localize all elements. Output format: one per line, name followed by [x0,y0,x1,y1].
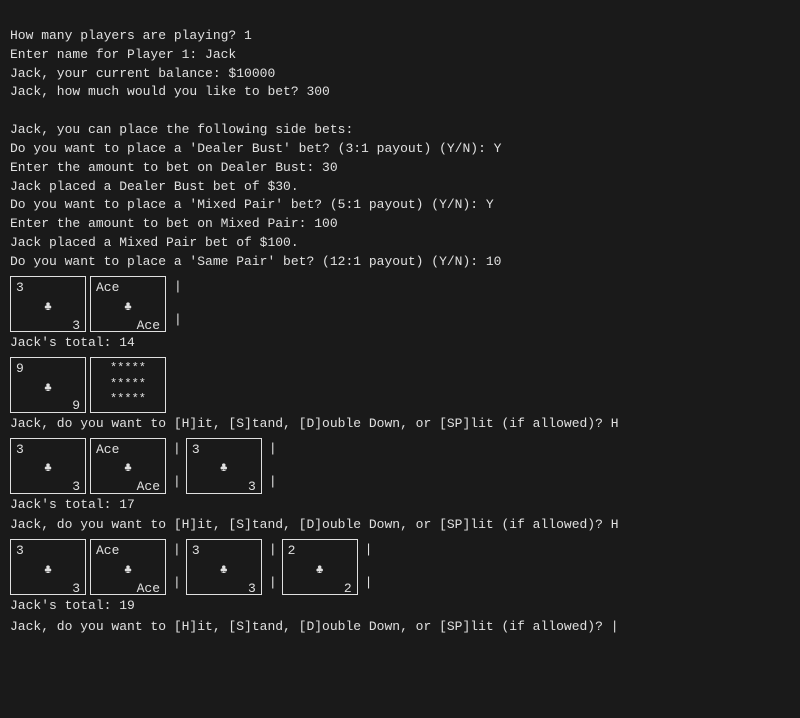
line-9: Jack placed a Dealer Bust bet of $30. [10,179,299,194]
card-ace-spade-1: Ace ♣ Ace [90,276,166,332]
sep-3b: | | [266,438,280,494]
card-2-spade: 2 ♣ 2 [282,539,358,595]
card-value-bot: 3 [192,478,256,497]
card-suit: ♣ [288,561,352,580]
jack-total-19: Jack's total: 19 [10,597,790,616]
line-8: Enter the amount to bet on Dealer Bust: … [10,160,338,175]
line-12: Jack placed a Mixed Pair bet of $100. [10,235,299,250]
sep-4a: | | [170,539,184,595]
card-3-spade-3: 3 ♣ 3 [186,438,262,494]
line-3: Jack, your current balance: $10000 [10,66,275,81]
card-suit: ♣ [192,459,256,478]
line-2: Enter name for Player 1: Jack [10,47,236,62]
card-value-bot: Ace [96,478,160,497]
card-3-spade-5: 3 ♣ 3 [186,539,262,595]
card-value-top: 3 [16,542,80,561]
sep-4c: | | [362,539,376,595]
prompt-1: Jack, do you want to [H]it, [S]tand, [D]… [10,415,790,434]
card-value-bot: Ace [96,580,160,599]
line-10: Do you want to place a 'Mixed Pair' bet?… [10,197,494,212]
card-value-top: 3 [192,441,256,460]
card-3-spade-2: 3 ♣ 3 [10,438,86,494]
card-9-spade: 9 ♣ 9 [10,357,86,413]
card-value-bot: 9 [16,397,80,416]
card-value-bot: 3 [192,580,256,599]
card-value-top: 2 [288,542,352,561]
card-value-top: 3 [16,279,80,298]
card-suit: ♣ [192,561,256,580]
jack-total-14: Jack's total: 14 [10,334,790,353]
prompt-3: Jack, do you want to [H]it, [S]tand, [D]… [10,618,790,637]
card-value-top: 3 [192,542,256,561]
card-group-3: 3 ♣ 3 Ace ♣ Ace | | 3 ♣ 3 | | [10,438,790,494]
card-ace-spade-2: Ace ♣ Ace [90,438,166,494]
card-group-4: 3 ♣ 3 Ace ♣ Ace | | 3 ♣ 3 | | 2 ♣ 2 | | [10,539,790,595]
card-value-top: 3 [16,441,80,460]
card-group-2: 9 ♣ 9 *************** [10,357,790,413]
line-11: Enter the amount to bet on Mixed Pair: 1… [10,216,338,231]
card-value-top: Ace [96,542,160,561]
card-value-bot: 2 [288,580,352,599]
card-value-bot: 3 [16,317,80,336]
jack-total-17: Jack's total: 17 [10,496,790,515]
card-suit: ♣ [96,298,160,317]
card-value-top: Ace [96,279,160,298]
card-3-spade-4: 3 ♣ 3 [10,539,86,595]
card-value-bot: 3 [16,580,80,599]
line-13: Do you want to place a 'Same Pair' bet? … [10,254,501,269]
card-suit: ♣ [16,561,80,580]
terminal-output: How many players are playing? 1 Enter na… [10,8,790,272]
card-suit: ♣ [16,459,80,478]
sep-4b: | | [266,539,280,595]
line-4: Jack, how much would you like to bet? 30… [10,84,330,99]
card-ace-spade-3: Ace ♣ Ace [90,539,166,595]
card-value-top: Ace [96,441,160,460]
card-hidden-dealer: *************** [90,357,166,413]
line-6: Jack, you can place the following side b… [10,122,353,137]
card-value-bot: Ace [96,317,160,336]
line-7: Do you want to place a 'Dealer Bust' bet… [10,141,501,156]
card-3-spade-1: 3 ♣ 3 [10,276,86,332]
card-suit: ♣ [16,379,80,398]
prompt-2: Jack, do you want to [H]it, [S]tand, [D]… [10,516,790,535]
card-suit: ♣ [16,298,80,317]
card-group-1: 3 ♣ 3 Ace ♣ Ace | | [10,276,790,332]
card-value-bot: 3 [16,478,80,497]
line-1: How many players are playing? 1 [10,28,252,43]
card-suit: ♣ [96,561,160,580]
card-suit: ♣ [96,459,160,478]
card-separator-1: | | [170,276,186,332]
card-value-top: 9 [16,360,80,379]
sep-3a: | | [170,438,184,494]
